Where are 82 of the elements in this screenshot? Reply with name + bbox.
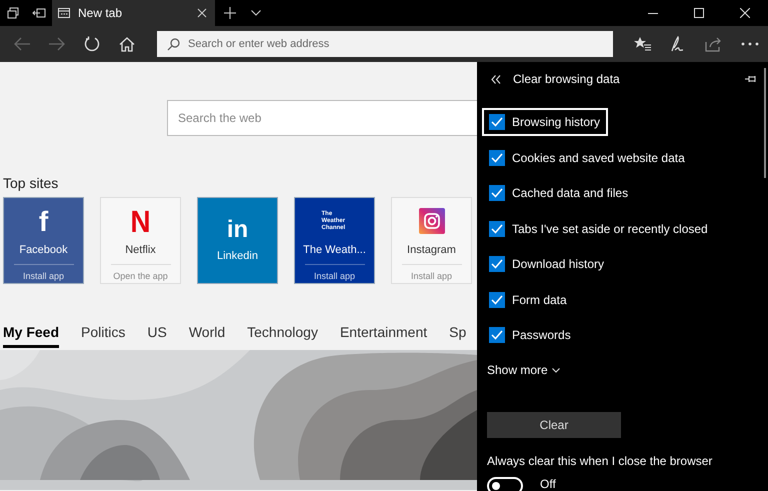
- search-field[interactable]: Search the web: [167, 100, 477, 136]
- option-label: Download history: [512, 256, 604, 273]
- checkbox[interactable]: [489, 114, 505, 130]
- feed-tab[interactable]: Technology: [247, 322, 318, 348]
- checkbox[interactable]: [489, 150, 505, 166]
- feed-tab[interactable]: World: [188, 322, 226, 348]
- site-logo: N: [130, 206, 151, 238]
- page-icon: [58, 8, 70, 18]
- chevron-down-icon: [251, 10, 261, 16]
- option-label: Passwords: [512, 327, 571, 344]
- check-icon: [491, 152, 503, 162]
- check-icon: [491, 188, 503, 198]
- panel-title: Clear browsing data: [513, 71, 621, 88]
- check-icon: [491, 224, 503, 234]
- clear-button[interactable]: Clear: [487, 412, 621, 438]
- checkbox[interactable]: [489, 292, 505, 308]
- site-tile[interactable]: Instagram Install app: [391, 197, 472, 284]
- site-name: Facebook: [19, 243, 68, 258]
- checkbox[interactable]: [489, 220, 505, 236]
- toggle-switch[interactable]: [487, 477, 523, 491]
- site-tile[interactable]: in Linkedin: [197, 197, 278, 284]
- feed-tab[interactable]: Politics: [81, 322, 126, 348]
- minimize-icon: [648, 12, 658, 14]
- share-icon: [705, 36, 723, 52]
- check-icon: [491, 117, 503, 127]
- check-icon: [491, 259, 503, 269]
- scrollbar[interactable]: [764, 68, 766, 178]
- checkbox-row[interactable]: Browsing history: [482, 108, 608, 136]
- camera-icon: [418, 208, 444, 234]
- home-icon: [118, 36, 134, 52]
- option-label: Browsing history: [512, 114, 600, 131]
- site-name: The Weath...: [303, 243, 366, 258]
- site-logo: in: [226, 218, 248, 242]
- section-heading: Top sites: [2, 174, 60, 193]
- address-bar[interactable]: Search or enter web address: [157, 31, 613, 57]
- site-logo: f: [38, 208, 48, 236]
- search-icon: [167, 38, 180, 51]
- option-label: Cookies and saved website data: [512, 150, 685, 166]
- site-name: Netflix: [125, 243, 156, 258]
- site-tile[interactable]: N Netflix Open the app: [100, 197, 181, 284]
- option-label: Cached data and files: [512, 185, 628, 202]
- pin-icon: [744, 75, 758, 83]
- chevron-down-icon: [552, 368, 560, 372]
- double-chevron-left-icon: [491, 74, 501, 84]
- check-icon: [491, 330, 503, 340]
- app-link[interactable]: Install app: [314, 270, 356, 283]
- site-name: Linkedin: [217, 249, 258, 264]
- close-icon: [197, 8, 207, 18]
- setting-label: Always clear this when I close the browser: [487, 453, 714, 470]
- arrow-left-icon: [14, 37, 30, 51]
- show-more-link[interactable]: Show more: [487, 361, 560, 379]
- site-tile[interactable]: f Facebook Install app: [3, 197, 84, 284]
- feed-tab[interactable]: Entertainment: [340, 322, 428, 348]
- windows-icon: [7, 7, 19, 19]
- check-icon: [491, 294, 503, 304]
- browser-tab[interactable]: New tab: [52, 0, 215, 26]
- plus-icon: [224, 7, 236, 19]
- refresh-icon: [84, 36, 100, 52]
- more-icon: [741, 42, 759, 46]
- feed-tab[interactable]: US: [147, 322, 167, 348]
- checkbox[interactable]: [489, 185, 505, 201]
- tab-title: New tab: [78, 5, 124, 22]
- checkbox-row[interactable]: Passwords: [482, 321, 579, 349]
- close-tab-button[interactable]: [195, 6, 209, 20]
- arrow-box-icon: [32, 8, 46, 18]
- arrow-right-icon: [48, 37, 64, 51]
- maximize-icon: [694, 8, 704, 18]
- option-label: Tabs I've set aside or recently closed: [512, 220, 708, 238]
- option-label: Form data: [512, 292, 567, 308]
- checkbox-row[interactable]: Cookies and saved website data: [482, 144, 693, 172]
- checkbox-row[interactable]: Cached data and files: [482, 179, 636, 207]
- site-name: Instagram: [407, 243, 456, 258]
- star-list-icon: [633, 36, 651, 52]
- checkbox[interactable]: [489, 256, 505, 272]
- close-icon: [740, 8, 750, 18]
- checkbox[interactable]: [489, 327, 505, 343]
- checkbox-row[interactable]: Download history: [482, 250, 612, 278]
- feed-tab[interactable]: Sp: [449, 322, 466, 348]
- app-link[interactable]: Install app: [22, 270, 64, 283]
- toggle-state: Off: [540, 477, 556, 491]
- checkbox-row[interactable]: Tabs I've set aside or recently closed: [482, 214, 716, 242]
- checkbox-row[interactable]: Form data: [482, 286, 575, 314]
